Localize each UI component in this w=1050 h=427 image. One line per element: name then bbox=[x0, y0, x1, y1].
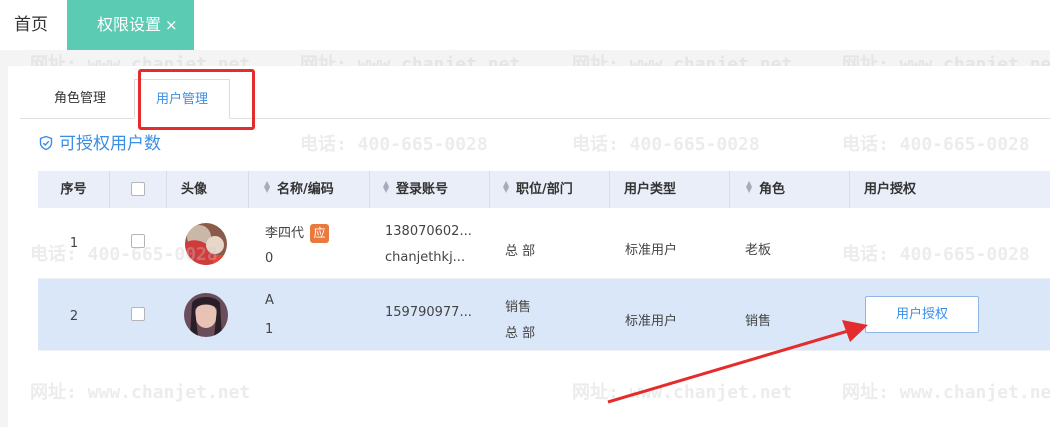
department: 总 部 bbox=[505, 326, 536, 341]
avatar bbox=[185, 223, 227, 265]
header-position[interactable]: ▲ ▼ 职位/部门 bbox=[490, 171, 610, 208]
login-account-line2: chanjethkj... bbox=[385, 250, 466, 265]
header-login-label: 登录账号 bbox=[396, 182, 449, 197]
select-all-checkbox[interactable] bbox=[131, 182, 145, 196]
user-type: 标准用户 bbox=[625, 314, 678, 329]
permission-settings-page: 电话: 400-665-0028 网址: www.chanjet.net 电话:… bbox=[0, 0, 1050, 427]
tab-role-management[interactable]: 角色管理 bbox=[54, 79, 106, 119]
user-type: 标准用户 bbox=[625, 243, 678, 258]
user-name: A bbox=[265, 293, 274, 308]
header-name-label: 名称/编码 bbox=[277, 182, 334, 197]
tab-permission-settings-label: 权限设置 bbox=[97, 15, 162, 34]
header-auth: 用户授权 bbox=[864, 182, 917, 197]
avatar-image-icon bbox=[184, 293, 228, 337]
header-name[interactable]: ▲ ▼ 名称/编码 bbox=[249, 171, 370, 208]
user-code: 0 bbox=[265, 251, 274, 266]
authorizable-users-count[interactable]: 可授权用户数 bbox=[38, 133, 161, 155]
table-row[interactable]: 2 A 1 159790977... 销售 总 部 标准用户 销售 用户授权 bbox=[38, 279, 1050, 351]
cell-index: 2 bbox=[69, 309, 79, 324]
role: 老板 bbox=[745, 243, 772, 258]
tab-home[interactable]: 首页 bbox=[0, 0, 62, 50]
sort-updown-icon: ▲ ▼ bbox=[503, 179, 510, 194]
header-role-label: 角色 bbox=[759, 182, 786, 197]
sort-updown-icon: ▲ ▼ bbox=[746, 179, 753, 194]
row-checkbox[interactable] bbox=[131, 234, 145, 248]
close-icon[interactable]: × bbox=[165, 16, 178, 34]
cell-name: 李四代应 bbox=[265, 222, 330, 243]
position: 销售 bbox=[505, 300, 532, 315]
header-position-label: 职位/部门 bbox=[516, 182, 573, 197]
annotation-highlight-box bbox=[138, 69, 255, 130]
user-authorize-button[interactable]: 用户授权 bbox=[865, 296, 979, 333]
header-avatar: 头像 bbox=[167, 171, 249, 208]
row-checkbox[interactable] bbox=[131, 307, 145, 321]
user-table: 序号 头像 ▲ ▼ 名称/编码 ▲ ▼ 登录账号 ▲ ▼ 职位/部门 用户类型 ▲ ▼ 角色 用… bbox=[38, 171, 1050, 351]
header-user-type: 用户类型 bbox=[610, 171, 730, 208]
sort-updown-icon: ▲ ▼ bbox=[264, 179, 271, 194]
cell-index: 1 bbox=[69, 236, 79, 251]
avatar bbox=[184, 293, 228, 337]
avatar-image-icon bbox=[185, 223, 227, 265]
user-name: 李四代 bbox=[265, 226, 305, 241]
table-row[interactable]: 1 李四代应 0 138070602... chanjethkj... 总 部 … bbox=[38, 208, 1050, 279]
login-account-line1: 138070602... bbox=[385, 224, 472, 239]
top-tab-bar: 首页 权限设置 × bbox=[0, 0, 1050, 50]
sort-updown-icon: ▲ ▼ bbox=[383, 179, 390, 194]
app-badge: 应 bbox=[310, 224, 330, 243]
header-select-all bbox=[110, 171, 167, 208]
role: 销售 bbox=[745, 314, 772, 329]
table-header: 序号 头像 ▲ ▼ 名称/编码 ▲ ▼ 登录账号 ▲ ▼ 职位/部门 用户类型 ▲ ▼ 角色 用… bbox=[38, 171, 1050, 208]
authorizable-users-label: 可授权用户数 bbox=[59, 134, 161, 154]
header-role[interactable]: ▲ ▼ 角色 bbox=[730, 171, 850, 208]
shield-check-icon bbox=[39, 135, 53, 151]
header-login[interactable]: ▲ ▼ 登录账号 bbox=[370, 171, 490, 208]
header-index: 序号 bbox=[38, 171, 110, 208]
login-account-line1: 159790977... bbox=[385, 305, 472, 320]
tab-permission-settings[interactable]: 权限设置 × bbox=[67, 0, 194, 50]
user-code: 1 bbox=[265, 322, 274, 337]
department: 总 部 bbox=[505, 244, 536, 259]
